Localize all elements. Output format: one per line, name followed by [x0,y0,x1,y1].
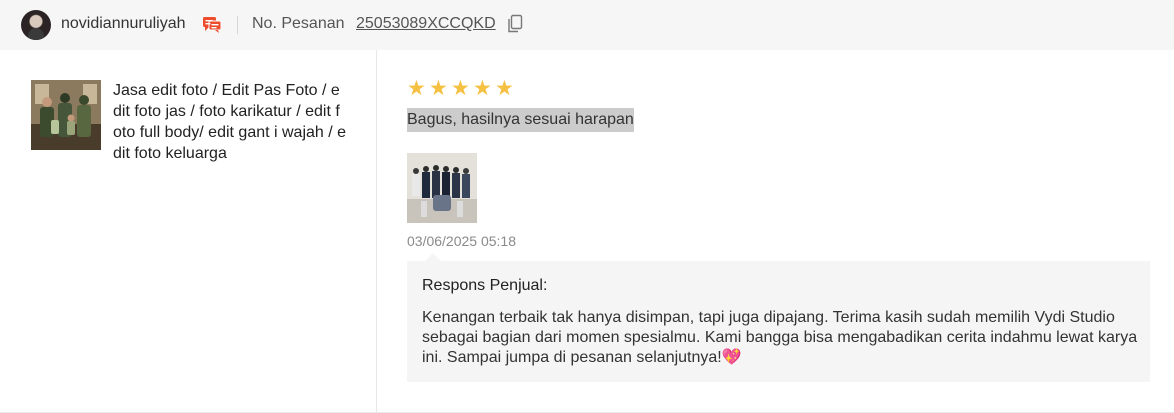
column-divider [376,50,377,412]
review-photo[interactable] [407,153,477,223]
family-photo-image [31,80,101,150]
star-icon: ★ [407,77,426,100]
star-rating: ★ ★ ★ ★ ★ [407,77,515,100]
star-icon: ★ [429,77,448,100]
user-avatar[interactable] [21,10,51,40]
review-comment: Bagus, hasilnya sesuai harapan [407,108,634,132]
product-name[interactable]: Jasa edit foto / Edit Pas Foto / edit fo… [113,80,348,164]
product-thumbnail[interactable] [31,80,101,150]
review-body: Jasa edit foto / Edit Pas Foto / edit fo… [0,50,1174,413]
seller-response-body: Kenangan terbaik tak hanya disimpan, tap… [422,309,1138,366]
review-timestamp: 03/06/2025 05:18 [407,233,516,249]
chat-icon[interactable] [202,15,222,35]
order-number-link[interactable]: 25053089XCCQKD [356,15,496,33]
review-card: novidiannuruliyah No. Pesanan 25053089XC… [0,0,1174,413]
order-number-label: No. Pesanan [252,15,345,32]
username[interactable]: novidiannuruliyah [61,15,186,33]
copy-icon[interactable] [507,14,523,34]
star-icon: ★ [473,77,492,100]
star-icon: ★ [451,77,470,100]
header-divider [237,16,238,34]
seller-response-text: Kenangan terbaik tak hanya disimpan, tap… [422,308,1142,368]
group-photo-image [407,153,477,223]
seller-response: Respons Penjual: Kenangan terbaik tak ha… [407,253,1150,382]
heart-icon: 💖 [721,349,742,366]
review-header: novidiannuruliyah No. Pesanan 25053089XC… [0,0,1174,50]
star-icon: ★ [495,77,514,100]
seller-response-title: Respons Penjual: [422,277,548,294]
